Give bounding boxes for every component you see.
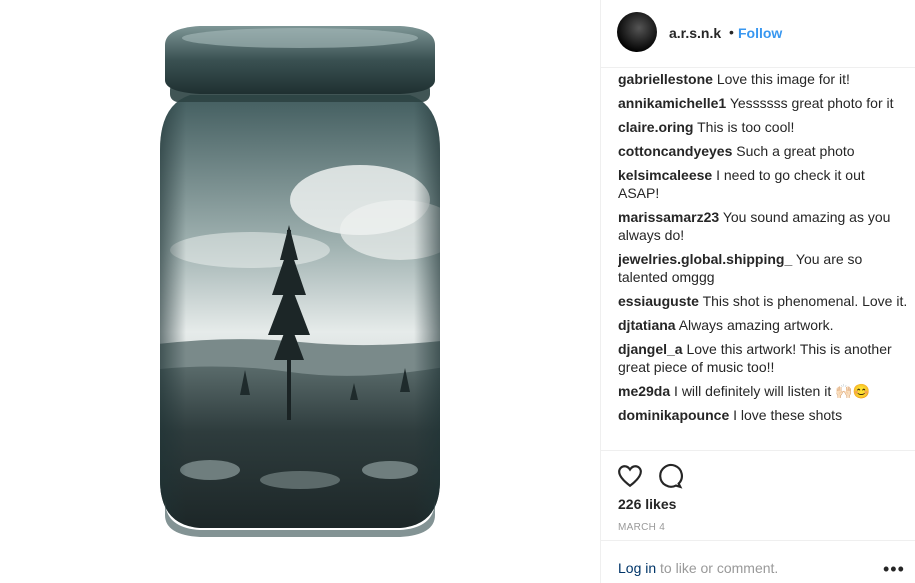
post-side-panel: a.r.s.n.k • Follow gabriellestone Love t…	[600, 0, 915, 583]
comment-user[interactable]: djangel_a	[618, 341, 683, 357]
comment: gabriellestone Love this image for it!	[618, 70, 908, 88]
comment: djangel_a Love this artwork! This is ano…	[618, 340, 908, 376]
comment-text: This shot is phenomenal. Love it.	[702, 293, 908, 309]
separator-dot: •	[729, 24, 734, 40]
comment-text: Love this image for it!	[716, 71, 850, 87]
comment: cottoncandyeyes Such a great photo	[618, 142, 908, 160]
heart-icon[interactable]	[617, 463, 643, 489]
post-photo	[0, 0, 600, 583]
post-date: MARCH 4	[618, 522, 666, 533]
comments-scroll: gabriellestone Love this image for it! a…	[618, 70, 908, 430]
comment-text: I will definitely will listen it 🙌🏻😊	[674, 383, 870, 399]
jar-image	[160, 26, 440, 537]
more-options-icon[interactable]: •••	[883, 559, 905, 580]
comment: djtatiana Always amazing artwork.	[618, 316, 908, 334]
comment-user[interactable]: annikamichelle1	[618, 95, 726, 111]
comments-list[interactable]: gabriellestone Love this image for it! a…	[618, 68, 908, 448]
login-text-line: Log in to like or comment.	[618, 560, 778, 576]
avatar[interactable]	[617, 12, 657, 52]
comment: me29da I will definitely will listen it …	[618, 382, 908, 400]
login-suffix: to like or comment.	[656, 560, 779, 576]
comment-user[interactable]: claire.oring	[618, 119, 693, 135]
comment-text: I love these shots	[733, 407, 843, 423]
comment: dominikapounce I love these shots	[618, 406, 908, 424]
comment-user[interactable]: djtatiana	[618, 317, 676, 333]
comment-user[interactable]: dominikapounce	[618, 407, 729, 423]
comment-user[interactable]: marissamarz23	[618, 209, 719, 225]
comment: essiauguste This shot is phenomenal. Lov…	[618, 292, 908, 310]
comment: kelsimcaleese I need to go check it out …	[618, 166, 908, 202]
comment-user[interactable]: kelsimcaleese	[618, 167, 712, 183]
login-link[interactable]: Log in	[618, 560, 656, 576]
comment-user[interactable]: gabriellestone	[618, 71, 713, 87]
login-prompt: Log in to like or comment. •••	[601, 540, 915, 583]
comment: annikamichelle1 Yessssss great photo for…	[618, 94, 908, 112]
likes-count[interactable]: 226 likes	[618, 496, 676, 512]
comment-text: This is too cool!	[697, 119, 795, 135]
comment-user[interactable]: jewelries.global.shipping_	[618, 251, 792, 267]
comment-text: Such a great photo	[736, 143, 855, 159]
comment-icon[interactable]	[657, 463, 683, 489]
comment: marissamarz23 You sound amazing as you a…	[618, 208, 908, 244]
comment-user[interactable]: essiauguste	[618, 293, 699, 309]
post-username[interactable]: a.r.s.n.k	[669, 25, 721, 41]
follow-button[interactable]: Follow	[738, 25, 782, 41]
comment: claire.oring This is too cool!	[618, 118, 908, 136]
comment-text: Always amazing artwork.	[678, 317, 834, 333]
post-header: a.r.s.n.k • Follow	[601, 0, 915, 68]
comment-text: Yessssss great photo for it	[729, 95, 894, 111]
comment: jewelries.global.shipping_ You are so ta…	[618, 250, 908, 286]
comment-user[interactable]: cottoncandyeyes	[618, 143, 732, 159]
comment-user[interactable]: me29da	[618, 383, 670, 399]
